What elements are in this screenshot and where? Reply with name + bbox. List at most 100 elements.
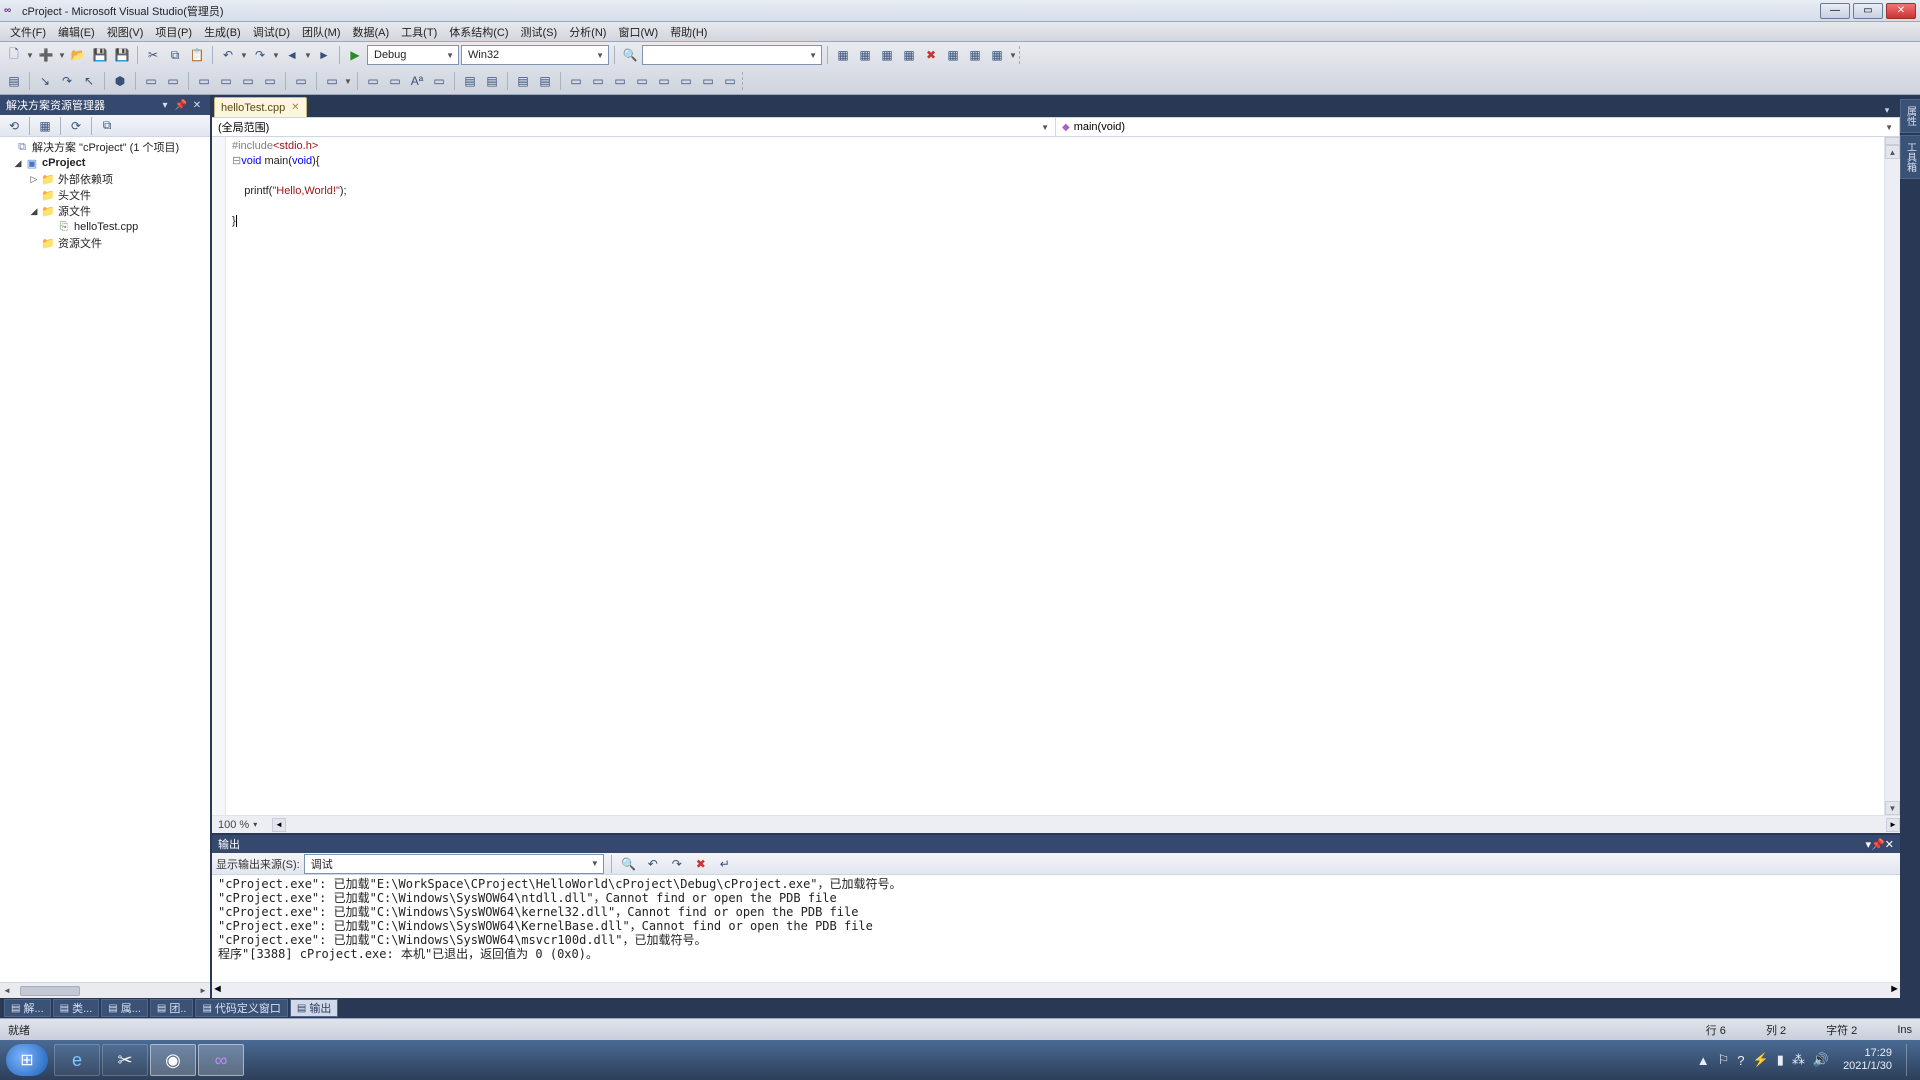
tb-h-icon[interactable]: ▦ [987, 45, 1007, 65]
tray-help-icon[interactable]: ? [1737, 1053, 1744, 1068]
paste-icon[interactable]: 📋 [187, 45, 207, 65]
code-text[interactable]: #include<stdio.h> ⊟void main(void){ prin… [226, 137, 1884, 815]
tb2-b-icon[interactable]: ▭ [141, 71, 161, 91]
editor-hscrollbar[interactable]: 100 %▾ ◄ ► [212, 815, 1900, 833]
outlining-margin[interactable] [212, 137, 226, 815]
menu-view[interactable]: 视图(V) [101, 22, 150, 42]
tray-action-icon[interactable]: ⚐ [1718, 1052, 1730, 1068]
redo-icon[interactable]: ↷ [250, 45, 270, 65]
step-into-icon[interactable]: ↘ [35, 71, 55, 91]
zoom-combo[interactable]: 100 %▾ [212, 819, 272, 831]
tb2-m-icon[interactable]: ▭ [429, 71, 449, 91]
se-showall-icon[interactable]: ▦ [35, 116, 55, 136]
tb-g-icon[interactable]: ▦ [965, 45, 985, 65]
splitter-icon[interactable] [1885, 137, 1900, 145]
code-editor[interactable]: #include<stdio.h> ⊟void main(void){ prin… [212, 137, 1900, 815]
nav-fwd-icon[interactable]: ► [314, 45, 334, 65]
tb2-k-icon[interactable]: ▭ [385, 71, 405, 91]
tray-net-icon[interactable]: ▮ [1777, 1052, 1784, 1068]
nav-back-icon[interactable]: ◄ [282, 45, 302, 65]
tab-hellotest[interactable]: helloTest.cpp ✕ [214, 97, 307, 117]
tb2-f-icon[interactable]: ▭ [238, 71, 258, 91]
out-clear-icon[interactable]: ✖ [691, 854, 711, 874]
output-source-combo[interactable]: 调试▼ [304, 854, 604, 874]
tray-power-icon[interactable]: ⚡ [1753, 1052, 1769, 1068]
menu-window[interactable]: 窗口(W) [612, 22, 664, 42]
menu-edit[interactable]: 编辑(E) [52, 22, 101, 42]
uncomment-icon[interactable]: ▤ [535, 71, 555, 91]
menu-project[interactable]: 项目(P) [149, 22, 198, 42]
tb-a-icon[interactable]: ▦ [833, 45, 853, 65]
bm-prevf-icon[interactable]: ▭ [632, 71, 652, 91]
menu-debug[interactable]: 调试(D) [247, 22, 296, 42]
tray-up-icon[interactable]: ▲ [1697, 1053, 1710, 1068]
bm-clear-icon[interactable]: ▭ [676, 71, 696, 91]
expand-icon[interactable]: ◢ [12, 158, 24, 169]
expand-icon[interactable]: ◢ [28, 206, 40, 217]
taskbar-clock[interactable]: 17:29 2021/1/30 [1843, 1047, 1892, 1073]
se-properties-icon[interactable]: ⧉ [97, 116, 117, 136]
output-close-icon[interactable]: ✕ [1885, 838, 1894, 851]
menu-analyze[interactable]: 分析(N) [563, 22, 612, 42]
right-tab-properties[interactable]: 属性 [1900, 99, 1920, 133]
bm-next-icon[interactable]: ▭ [610, 71, 630, 91]
member-combo[interactable]: ◆ main(void) ▼ [1056, 118, 1900, 136]
task-vs[interactable]: ∞ [198, 1044, 244, 1076]
project-node[interactable]: cProject [42, 157, 85, 169]
close-button[interactable]: ✕ [1886, 3, 1916, 19]
panel-close-icon[interactable]: ✕ [190, 98, 204, 112]
cut-icon[interactable]: ✂ [143, 45, 163, 65]
system-tray[interactable]: ▲ ⚐ ? ⚡ ▮ ⁂ 🔊 17:29 2021/1/30 [1697, 1044, 1914, 1076]
tb2-a-icon[interactable]: ▤ [4, 71, 24, 91]
solution-platform-combo[interactable]: Win32▼ [461, 45, 609, 65]
menu-tools[interactable]: 工具(T) [395, 22, 443, 42]
tb-b-icon[interactable]: ▦ [855, 45, 875, 65]
folder-external[interactable]: 外部依赖项 [58, 171, 113, 187]
new-project-icon[interactable]: 🗋 [4, 45, 24, 65]
output-pin-icon[interactable]: 📌 [1871, 838, 1885, 851]
bottom-tab-team[interactable]: ▤团.. [150, 999, 194, 1017]
find-icon[interactable]: 🔍 [620, 45, 640, 65]
tb2-c-icon[interactable]: ▭ [163, 71, 183, 91]
tray-wifi-icon[interactable]: ⁂ [1792, 1052, 1805, 1068]
bottom-tab-codedef[interactable]: ▤代码定义窗口 [195, 999, 287, 1017]
start-button[interactable]: ⊞ [6, 1044, 48, 1076]
panel-dropdown-icon[interactable]: ▾ [158, 98, 172, 112]
menu-data[interactable]: 数据(A) [347, 22, 396, 42]
out-wrap-icon[interactable]: ↵ [715, 854, 735, 874]
bookmark-icon[interactable]: ▭ [566, 71, 586, 91]
start-debug-icon[interactable]: ▶ [345, 45, 365, 65]
hex-icon[interactable]: ⬢ [110, 71, 130, 91]
menu-architecture[interactable]: 体系结构(C) [443, 22, 514, 42]
tb-e-icon[interactable]: ✖ [921, 45, 941, 65]
bm-nextf-icon[interactable]: ▭ [654, 71, 674, 91]
task-ie[interactable]: e [54, 1044, 100, 1076]
task-snip[interactable]: ✂ [102, 1044, 148, 1076]
show-desktop-button[interactable] [1906, 1044, 1914, 1076]
output-header[interactable]: 输出 ▾ 📌 ✕ [212, 835, 1900, 853]
tb2-i-icon[interactable]: ▭ [322, 71, 342, 91]
tb2-e-icon[interactable]: ▭ [216, 71, 236, 91]
bottom-tab-solutionexplorer[interactable]: ▤解... [4, 999, 51, 1017]
tb2-l-icon[interactable]: Aª [407, 71, 427, 91]
task-chrome[interactable]: ◉ [150, 1044, 196, 1076]
menu-build[interactable]: 生成(B) [198, 22, 247, 42]
maximize-button[interactable]: ▭ [1853, 3, 1883, 19]
add-item-icon[interactable]: ➕ [36, 45, 56, 65]
bottom-tab-properties[interactable]: ▤属... [101, 999, 148, 1017]
se-home-icon[interactable]: ⟲ [4, 116, 24, 136]
out-next-icon[interactable]: ↷ [667, 854, 687, 874]
minimize-button[interactable]: — [1820, 3, 1850, 19]
copy-icon[interactable]: ⧉ [165, 45, 185, 65]
expand-icon[interactable]: ▷ [28, 174, 40, 185]
menu-team[interactable]: 团队(M) [296, 22, 347, 42]
indent-dec-icon[interactable]: ▤ [482, 71, 502, 91]
comment-icon[interactable]: ▤ [513, 71, 533, 91]
tb-c-icon[interactable]: ▦ [877, 45, 897, 65]
step-out-icon[interactable]: ↖ [79, 71, 99, 91]
step-over-icon[interactable]: ↷ [57, 71, 77, 91]
se-hscrollbar[interactable]: ◄► [0, 982, 210, 998]
solution-tree[interactable]: ⧉ 解决方案 "cProject" (1 个项目) ◢ ▣ cProject ▷… [0, 137, 210, 982]
find-combo[interactable]: ▼ [642, 45, 822, 65]
menu-file[interactable]: 文件(F) [4, 22, 52, 42]
